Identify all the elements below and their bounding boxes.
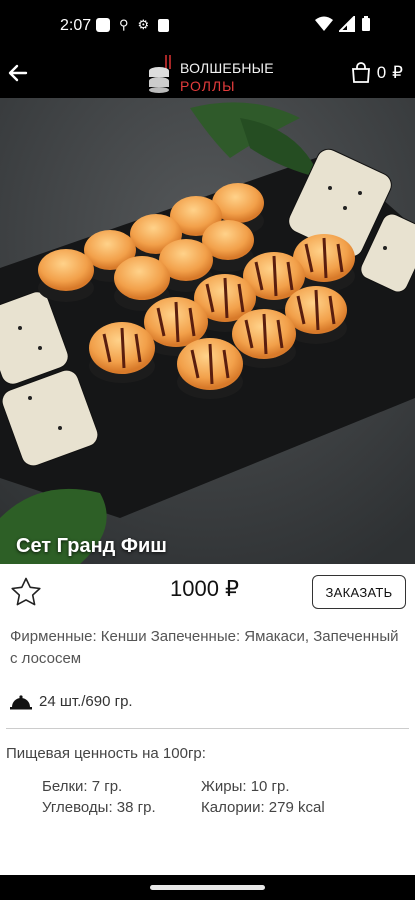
nutrition-heading: Пищевая ценность на 100гр:	[6, 745, 206, 762]
nutrition-calories: Калории: 279 kcal	[201, 799, 325, 816]
product-price: 1000 ₽	[170, 576, 240, 601]
logo-text-bottom: РОЛЛЫ	[180, 78, 236, 94]
brand-logo[interactable]: ВОЛШЕБНЫЕ РОЛЛЫ	[146, 52, 276, 98]
serving-dish-icon	[10, 694, 32, 709]
product-title: Сет Гранд Фиш	[16, 535, 167, 557]
system-nav-bar	[0, 875, 415, 900]
notification-app-icon	[96, 18, 110, 32]
status-system-icons	[315, 16, 371, 32]
cart-currency: ₽	[392, 63, 403, 82]
battery-icon	[362, 16, 370, 31]
sushi-set-illustration	[0, 98, 415, 564]
shopping-bag-icon	[351, 62, 370, 83]
signal-icon	[339, 16, 355, 32]
favorite-star-icon[interactable]	[10, 576, 42, 608]
status-time: 2:07	[60, 17, 92, 34]
weight-text: 24 шт./690 гр.	[39, 693, 133, 710]
home-gesture-handle[interactable]	[150, 885, 265, 890]
section-divider	[6, 728, 409, 729]
product-image: Сет Гранд Фиш	[0, 98, 415, 564]
status-bar: 2:07 ⚲ ⚙	[0, 0, 415, 52]
nutrition-proteins: Белки: 7 гр.	[42, 778, 123, 795]
sushi-stack-icon	[149, 55, 171, 93]
usb-icon: ⚲	[119, 17, 129, 32]
nutrition-fats: Жиры: 10 гр.	[201, 778, 290, 795]
status-notification-icons: ⚲ ⚙	[96, 17, 170, 32]
wifi-icon	[315, 16, 333, 31]
logo-text-top: ВОЛШЕБНЫЕ	[180, 60, 274, 76]
cart-button[interactable]: 0 ₽	[351, 62, 403, 84]
nutrition-carbs: Углеводы: 38 гр.	[42, 799, 156, 816]
sd-card-icon	[158, 18, 170, 32]
app-header: ВОЛШЕБНЫЕ РОЛЛЫ 0 ₽	[0, 52, 415, 98]
product-weight: 24 шт./690 гр.	[10, 693, 133, 710]
cart-count: 0	[376, 63, 387, 82]
order-button[interactable]: ЗАКАЗАТЬ	[312, 575, 406, 609]
settings-icon: ⚙	[137, 17, 150, 32]
product-description: Фирменные: Кенши Запеченные: Ямакаси, За…	[10, 628, 399, 667]
back-arrow-icon[interactable]	[6, 61, 30, 85]
